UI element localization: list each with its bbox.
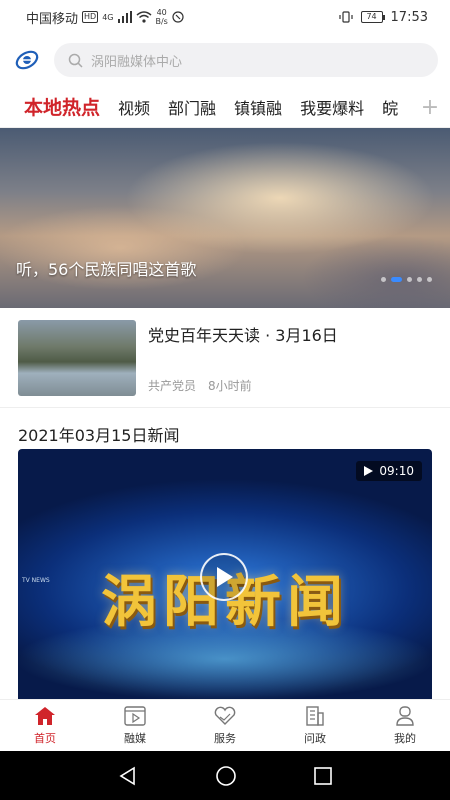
heart-hands-icon (214, 706, 236, 725)
carousel-dot (407, 277, 412, 282)
tab-anhui[interactable]: 皖 (382, 95, 398, 119)
nav-service[interactable]: 服务 (180, 700, 270, 751)
tab-report[interactable]: 我要爆料 (300, 95, 364, 119)
carousel-dot (381, 277, 386, 282)
building-icon (306, 705, 324, 726)
play-icon (217, 567, 233, 587)
play-small-icon (364, 466, 374, 476)
wifi-icon (136, 11, 151, 23)
hd-badge: HD (82, 11, 99, 23)
nav-label: 问政 (304, 731, 326, 745)
system-navigation-bar (0, 751, 450, 800)
play-button[interactable] (200, 553, 248, 601)
status-bar: 中国移动 HD 4G 40 B/s 74 17:53 (0, 0, 450, 34)
banner-carousel[interactable]: 听，56个民族同唱这首歌 (0, 128, 450, 308)
search-bar[interactable]: 涡阳融媒体中心 (54, 43, 438, 77)
nav-media[interactable]: 融媒 (90, 700, 180, 751)
app-header: 涡阳融媒体中心 (0, 40, 450, 80)
nav-label: 服务 (214, 731, 236, 745)
speed-value: 40 (156, 8, 167, 17)
app-logo-icon[interactable] (14, 47, 40, 73)
search-placeholder: 涡阳融媒体中心 (91, 54, 183, 70)
bottom-navigation: 首页 融媒 服务 问政 我的 (0, 699, 450, 751)
nav-home[interactable]: 首页 (0, 700, 90, 751)
signal-icon (117, 11, 132, 23)
news-source: 共产党员 (148, 379, 197, 393)
tab-local-hot[interactable]: 本地热点 (24, 93, 100, 120)
tab-towns[interactable]: 镇镇融 (234, 95, 282, 119)
nfc-icon (172, 11, 184, 23)
carousel-dot-active (391, 277, 402, 282)
news-title: 党史百年天天读 · 3月16日 (148, 326, 338, 345)
news-time: 8小时前 (208, 379, 252, 393)
nav-inquiry[interactable]: 问政 (270, 700, 360, 751)
divider (0, 407, 450, 408)
home-circle-icon[interactable] (215, 765, 237, 787)
nav-mine[interactable]: 我的 (360, 700, 450, 751)
add-tab-button[interactable]: + (410, 86, 450, 127)
nav-label: 融媒 (124, 731, 146, 745)
back-icon[interactable] (118, 766, 138, 786)
carousel-dot (417, 277, 422, 282)
battery-indicator: 74 (360, 11, 385, 23)
tab-video[interactable]: 视频 (118, 95, 150, 119)
video-duration-badge: 09:10 (356, 461, 422, 481)
carousel-indicator (381, 277, 432, 282)
category-tabs: 本地热点 视频 部门融 镇镇融 我要爆料 皖 + (0, 86, 450, 128)
clock: 17:53 (390, 9, 428, 25)
nav-label: 我的 (394, 731, 416, 745)
recents-icon[interactable] (313, 766, 332, 785)
user-icon (396, 705, 414, 726)
tab-department[interactable]: 部门融 (168, 95, 216, 119)
home-icon (35, 706, 55, 725)
video-card[interactable]: TV NEWS 涡阳新闻 09:10 (18, 449, 432, 699)
speed-unit: B/s (155, 17, 168, 26)
news-list-item[interactable]: 党史百年天天读 · 3月16日 共产党员 8小时前 (18, 320, 434, 396)
carrier-name: 中国移动 (26, 11, 79, 27)
video-duration: 09:10 (379, 464, 414, 478)
vibrate-icon (338, 11, 353, 23)
network-type: 4G (102, 12, 114, 22)
video-icon (124, 705, 146, 726)
nav-label: 首页 (34, 731, 56, 745)
video-section-title: 2021年03月15日新闻 (18, 426, 180, 445)
plus-icon: + (420, 94, 440, 120)
network-speed: 40 B/s (156, 8, 168, 26)
news-thumbnail (18, 320, 136, 396)
banner-caption: 听，56个民族同唱这首歌 (16, 260, 197, 279)
search-icon (68, 53, 83, 68)
carousel-dot (427, 277, 432, 282)
